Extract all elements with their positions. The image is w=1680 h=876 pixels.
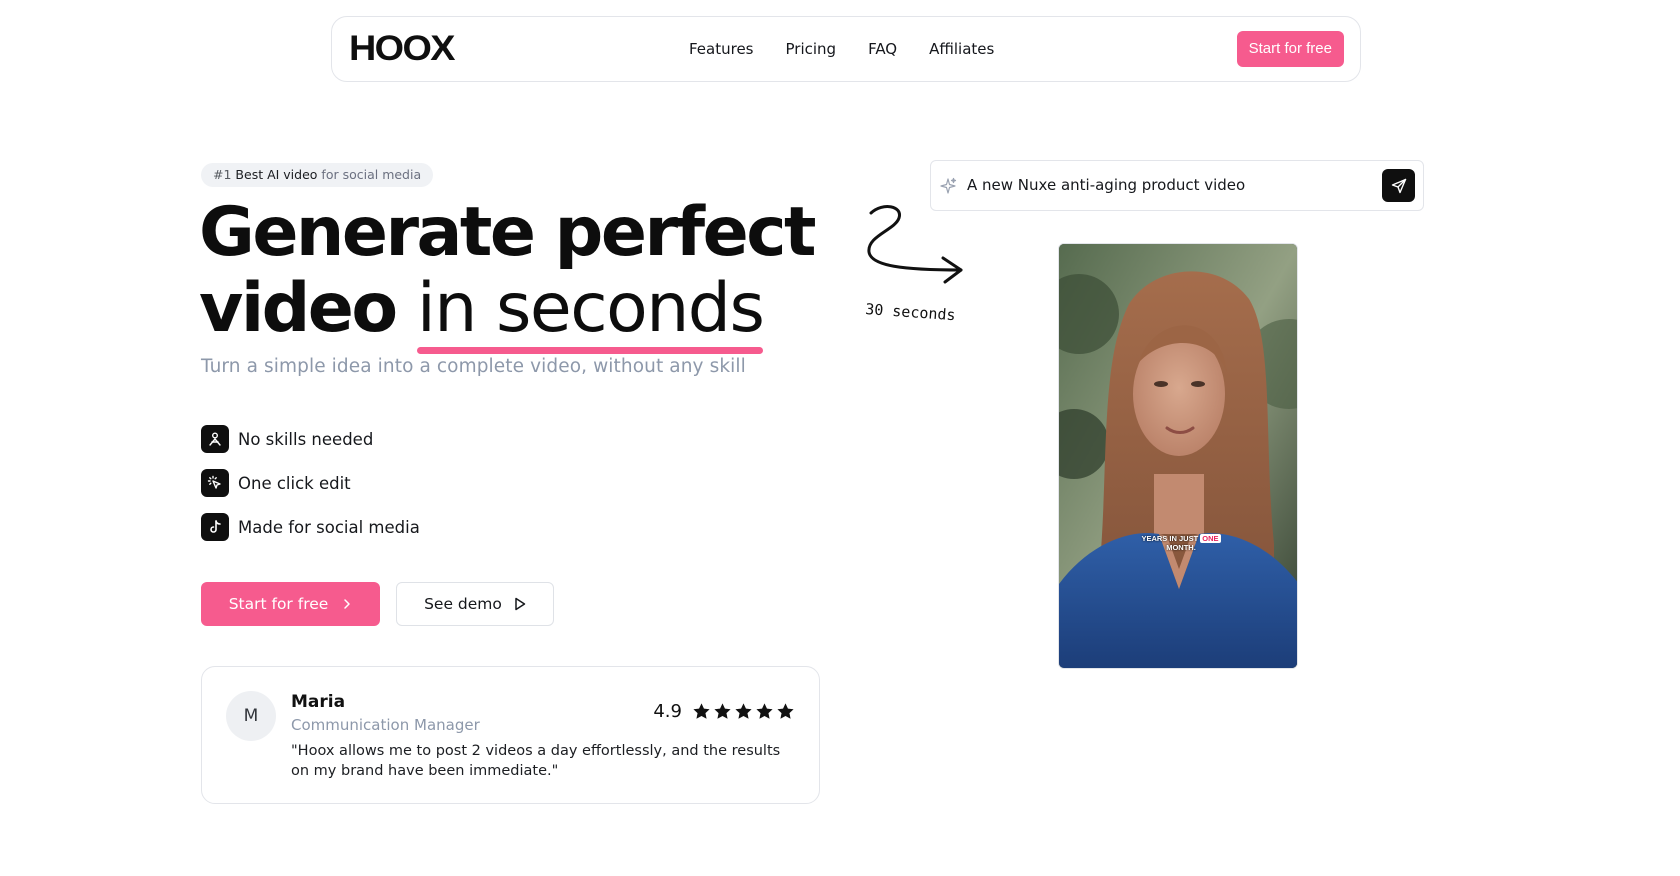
see-demo-label: See demo bbox=[424, 595, 502, 613]
hero-title: Generate perfect video in seconds bbox=[199, 193, 817, 354]
nav-link-affiliates[interactable]: Affiliates bbox=[929, 39, 994, 59]
feature-label: One click edit bbox=[238, 473, 351, 493]
feature-item: No skills needed bbox=[201, 425, 420, 453]
caption-text: YEARS IN JUST bbox=[1141, 534, 1199, 543]
hero-subtitle: Turn a simple idea into a complete video… bbox=[201, 356, 746, 377]
nav-start-free-button[interactable]: Start for free bbox=[1236, 31, 1344, 67]
testimonial-name: Maria bbox=[291, 692, 346, 712]
nav-link-faq[interactable]: FAQ bbox=[868, 39, 897, 59]
send-button[interactable] bbox=[1382, 169, 1415, 202]
feature-label: Made for social media bbox=[238, 517, 420, 537]
badge-highlight: Best AI video bbox=[235, 167, 318, 182]
prompt-input[interactable]: A new Nuxe anti-aging product video bbox=[930, 160, 1424, 211]
rating-stars bbox=[692, 702, 795, 721]
badge-suffix: for social media bbox=[321, 167, 422, 182]
caption-end: MONTH. bbox=[1166, 543, 1196, 552]
caption-highlight: ONE bbox=[1200, 534, 1221, 543]
start-free-button[interactable]: Start for free bbox=[201, 582, 380, 626]
hero-title-line2: video in seconds bbox=[199, 269, 814, 354]
person-icon bbox=[201, 425, 229, 453]
feature-label: No skills needed bbox=[238, 429, 374, 449]
play-icon bbox=[515, 597, 526, 611]
prompt-text: A new Nuxe anti-aging product video bbox=[967, 176, 1246, 194]
hero-title-light-wrap: in seconds bbox=[416, 269, 765, 354]
nav-links: Features Pricing FAQ Affiliates bbox=[689, 39, 994, 59]
chevron-right-icon bbox=[344, 599, 351, 609]
testimonial-quote: "Hoox allows me to post 2 videos a day e… bbox=[291, 743, 781, 779]
doodle-label: 30 seconds bbox=[864, 300, 957, 325]
hero-badge: #1 Best AI video for social media bbox=[201, 163, 434, 187]
feature-item: One click edit bbox=[201, 469, 420, 497]
arrow-doodle bbox=[867, 205, 963, 284]
hero-title-bold: video bbox=[199, 269, 398, 348]
video-caption: YEARS IN JUST ONE MONTH. bbox=[1136, 534, 1226, 552]
star-icon bbox=[693, 703, 710, 719]
rating: 4.9 bbox=[653, 701, 795, 722]
hero-title-line1: Generate perfect bbox=[199, 193, 817, 272]
tiktok-icon bbox=[201, 513, 229, 541]
nav-link-pricing[interactable]: Pricing bbox=[786, 39, 837, 59]
hero-title-underline bbox=[416, 347, 764, 354]
send-icon bbox=[1391, 178, 1406, 193]
rating-score: 4.9 bbox=[653, 701, 682, 722]
hero-title-light: in seconds bbox=[416, 269, 765, 348]
see-demo-button[interactable]: See demo bbox=[396, 582, 554, 626]
start-free-label: Start for free bbox=[228, 595, 329, 613]
star-icon bbox=[714, 703, 731, 719]
testimonial-card: M Maria Communication Manager "Hoox allo… bbox=[201, 666, 820, 804]
feature-list: No skills needed One click edit Made for… bbox=[201, 425, 420, 557]
star-icon bbox=[756, 703, 773, 719]
top-navbar: HOOX Features Pricing FAQ Affiliates Sta… bbox=[331, 16, 1361, 82]
badge-rank: #1 bbox=[213, 167, 232, 182]
avatar: M bbox=[226, 691, 276, 741]
star-icon bbox=[777, 703, 794, 719]
feature-item: Made for social media bbox=[201, 513, 420, 541]
video-frame-image bbox=[1059, 244, 1297, 668]
click-icon bbox=[201, 469, 229, 497]
nav-link-features[interactable]: Features bbox=[689, 39, 754, 59]
testimonial-role: Communication Manager bbox=[291, 716, 480, 734]
star-icon bbox=[735, 703, 752, 719]
logo[interactable]: HOOX bbox=[349, 31, 455, 67]
sparkle-icon bbox=[940, 177, 957, 194]
video-preview[interactable]: YEARS IN JUST ONE MONTH. bbox=[1058, 243, 1298, 669]
